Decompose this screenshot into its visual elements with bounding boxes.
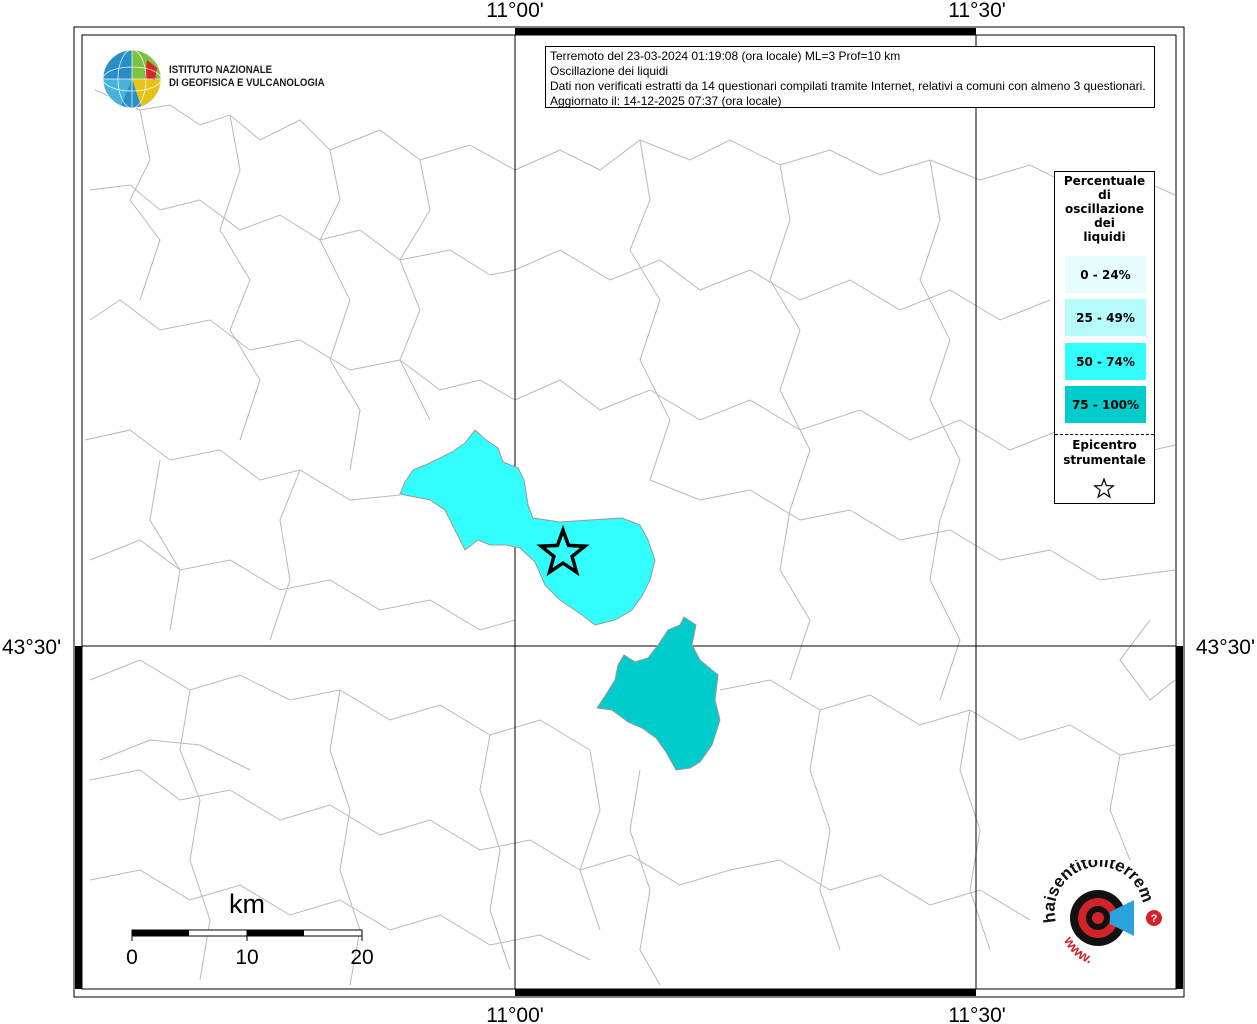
lon-label-bottom-1: 11°00': [486, 1004, 544, 1024]
lon-label-bottom-2: 11°30': [948, 1004, 1006, 1024]
legend-epicenter-line: strumentale: [1063, 453, 1146, 467]
ingv-name: ISTITUTO NAZIONALE DI GEOFISICA E VULCAN…: [169, 64, 325, 90]
legend-title-line: di: [1098, 188, 1111, 202]
legend-panel: Percentuale di oscillazione dei liquidi …: [1054, 171, 1155, 504]
legend-class-2: 50 - 74%: [1065, 343, 1146, 380]
scale-unit-label: km: [229, 889, 265, 919]
scale-tick-10: 10: [235, 946, 258, 969]
scale-tick-0: 0: [126, 946, 138, 969]
event-info-line4: Aggiornato il: 14-12-2025 07:37 (ora loc…: [550, 94, 782, 108]
event-info-line1: Terremoto del 23-03-2024 01:19:08 (ora l…: [550, 49, 901, 63]
legend-class-3: 75 - 100%: [1065, 386, 1146, 423]
event-info-box: Terremoto del 23-03-2024 01:19:08 (ora l…: [545, 46, 1155, 108]
ingv-name-line1: ISTITUTO NAZIONALE: [169, 64, 273, 76]
event-info-line3: Dati non verificati estratti da 14 quest…: [550, 79, 1146, 93]
lon-label-top-2: 11°30': [948, 0, 1006, 22]
legend-separator: [1055, 434, 1154, 435]
lon-label-top-1: 11°00': [486, 0, 544, 22]
legend-title-line: dei: [1094, 216, 1115, 230]
legend-epicenter-line: Epicentro: [1072, 438, 1137, 452]
legend-epicenter-label: Epicentro strumentale: [1055, 438, 1154, 468]
event-info-line2: Oscillazione dei liquidi: [550, 64, 669, 78]
legend-title: Percentuale di oscillazione dei liquidi: [1055, 172, 1154, 244]
ingv-name-line2: DI GEOFISICA E VULCANOLOGIA: [169, 77, 325, 89]
legend-title-line: liquidi: [1083, 230, 1126, 244]
legend-class-0: 0 - 24%: [1065, 256, 1146, 293]
lat-label-right: 43°30': [1196, 636, 1255, 659]
svg-text:?: ?: [1151, 913, 1158, 925]
scale-tick-20: 20: [350, 946, 373, 969]
map-inner-frame: [81, 34, 1177, 990]
legend-title-line: oscillazione: [1065, 202, 1144, 216]
legend-star-icon: [1093, 477, 1115, 499]
ingv-globe-logo: [102, 49, 162, 109]
lat-label-left: 43°30': [2, 636, 61, 659]
legend-class-1: 25 - 49%: [1065, 299, 1146, 336]
haisentito-logo: haisentitoilterremoto.it www. ?: [1036, 860, 1162, 966]
legend-title-line: Percentuale: [1063, 174, 1146, 188]
